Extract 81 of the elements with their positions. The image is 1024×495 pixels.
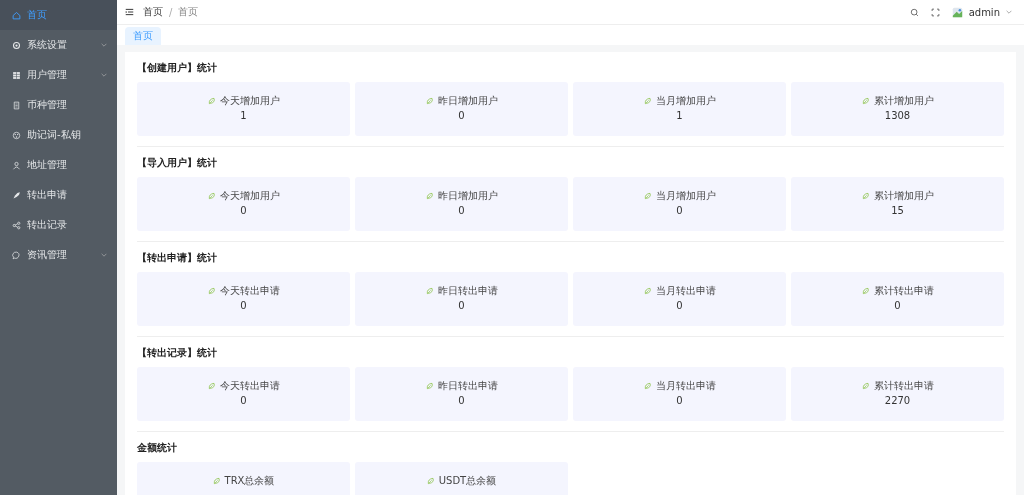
stat-label: 昨日转出申请 — [437, 380, 498, 392]
leaf-icon — [207, 382, 216, 390]
stat-value: 1 — [240, 110, 247, 122]
stat-label: TRX总余额 — [224, 475, 275, 487]
section-title: 金额统计 — [137, 441, 178, 455]
sidebar-item[interactable]: 助记词-私钥 — [0, 120, 117, 150]
document-icon — [12, 100, 21, 110]
stat-value: 0 — [458, 205, 465, 217]
stat-label: 累计增加用户 — [873, 95, 934, 107]
menu-icon[interactable] — [125, 8, 134, 16]
sidebar-item[interactable]: 资讯管理 — [0, 240, 117, 270]
stat-label: 今天转出申请 — [219, 380, 280, 392]
leaf-icon — [207, 97, 216, 105]
share-icon — [12, 220, 21, 230]
section-title: 【导入用户】统计 — [137, 156, 218, 170]
stat-value: 0 — [458, 300, 465, 312]
stat-value: 1308 — [884, 110, 911, 122]
stat-value: 0 — [676, 300, 683, 312]
stat-value: 0 — [458, 395, 465, 407]
gear-icon — [12, 40, 21, 50]
breadcrumb-separator: / — [169, 6, 173, 18]
sidebar-item[interactable]: 系统设置 — [0, 30, 117, 60]
sidebar-item[interactable]: 用户管理 — [0, 60, 117, 90]
sidebar-item[interactable]: 转出申请 — [0, 180, 117, 210]
home-icon — [12, 10, 21, 20]
leaf-icon — [643, 382, 652, 390]
section-title: 【转出记录】统计 — [137, 346, 218, 360]
leaf-icon — [207, 287, 216, 295]
stat-label: 当月增加用户 — [655, 95, 716, 107]
sidebar-item[interactable]: 转出记录 — [0, 210, 117, 240]
leaf-icon — [643, 97, 652, 105]
section-title: 【创建用户】统计 — [137, 61, 218, 75]
sidebar-item[interactable]: 地址管理 — [0, 150, 117, 180]
stat-value: 15 — [891, 205, 904, 217]
leaf-icon — [861, 192, 870, 200]
stat-value: 0 — [894, 300, 901, 312]
caret-icon[interactable] — [1006, 10, 1012, 14]
leaf-icon — [212, 477, 221, 485]
leaf-icon — [425, 287, 434, 295]
stat-value: 0 — [458, 110, 465, 122]
stat-label: USDT总余额 — [438, 475, 497, 487]
stat-label: 今天增加用户 — [219, 95, 280, 107]
leaf-icon — [426, 477, 435, 485]
stat-label: 累计转出申请 — [873, 285, 934, 297]
stat-value: 2270 — [884, 395, 911, 407]
breadcrumb-link[interactable]: 首页 — [178, 5, 199, 19]
stat-label: 今天转出申请 — [219, 285, 280, 297]
section-title: 【转出申请】统计 — [137, 251, 218, 265]
stat-label: 当月转出申请 — [655, 285, 716, 297]
sidebar-item[interactable]: 币种管理 — [0, 90, 117, 120]
stat-label: 昨日增加用户 — [437, 95, 498, 107]
stat-label: 累计转出申请 — [873, 380, 934, 392]
stat-value: 1 — [676, 110, 683, 122]
stat-value: 0 — [240, 395, 247, 407]
stat-value: 0 — [676, 395, 683, 407]
stat-label: 当月增加用户 — [655, 190, 716, 202]
leaf-icon — [207, 192, 216, 200]
leaf-icon — [425, 97, 434, 105]
chat-icon — [12, 250, 21, 260]
stat-value: 0 — [240, 205, 247, 217]
stat-label: 当月转出申请 — [655, 380, 716, 392]
person-icon — [12, 160, 21, 170]
stat-value: 0 — [240, 300, 247, 312]
stat-label: 今天增加用户 — [219, 190, 280, 202]
leaf-icon — [861, 97, 870, 105]
breadcrumb-link[interactable]: 首页 — [143, 5, 163, 19]
stat-label: 累计增加用户 — [873, 190, 934, 202]
fullscreen-icon[interactable] — [930, 7, 940, 17]
leaf-icon — [643, 287, 652, 295]
avatar-icon[interactable] — [951, 6, 963, 18]
search-icon[interactable] — [909, 7, 919, 17]
grid-icon — [12, 70, 21, 80]
stat-value: 0 — [676, 205, 683, 217]
stat-label: 昨日转出申请 — [437, 285, 498, 297]
user-name[interactable]: admin — [968, 6, 1000, 18]
leaf-icon — [643, 192, 652, 200]
leaf-icon — [861, 287, 870, 295]
stat-label: 昨日增加用户 — [437, 190, 498, 202]
leaf-icon — [425, 382, 434, 390]
leaf-icon — [861, 382, 870, 390]
leaf-icon — [425, 192, 434, 200]
